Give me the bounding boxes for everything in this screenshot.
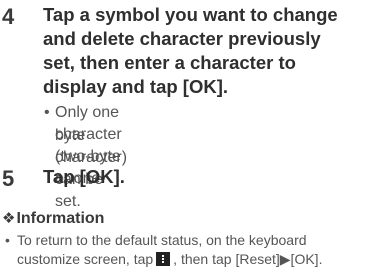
bullet-dot: •	[5, 232, 10, 248]
information-heading: ❖Information	[2, 210, 105, 227]
information-icon: ❖	[2, 210, 16, 227]
information-line: To return to the default status, on the …	[17, 232, 307, 248]
menu-icon	[156, 252, 171, 266]
step-title-line: and delete character previously	[43, 28, 321, 49]
bullet-dot: •	[44, 104, 50, 121]
step-title-line: display and tap [OK].	[43, 76, 229, 97]
step-number: 5	[2, 166, 15, 191]
step-title-line: Tap a symbol you want to change	[43, 4, 338, 25]
step-title: Tap [OK].	[43, 166, 125, 187]
step-number: 4	[2, 4, 15, 29]
information-text: • To return to the default status, on th…	[5, 231, 323, 269]
information-line-2: customize screen, tap, then tap [Reset]▶…	[17, 251, 323, 267]
step-title-line: set, then enter a character to	[43, 52, 296, 73]
